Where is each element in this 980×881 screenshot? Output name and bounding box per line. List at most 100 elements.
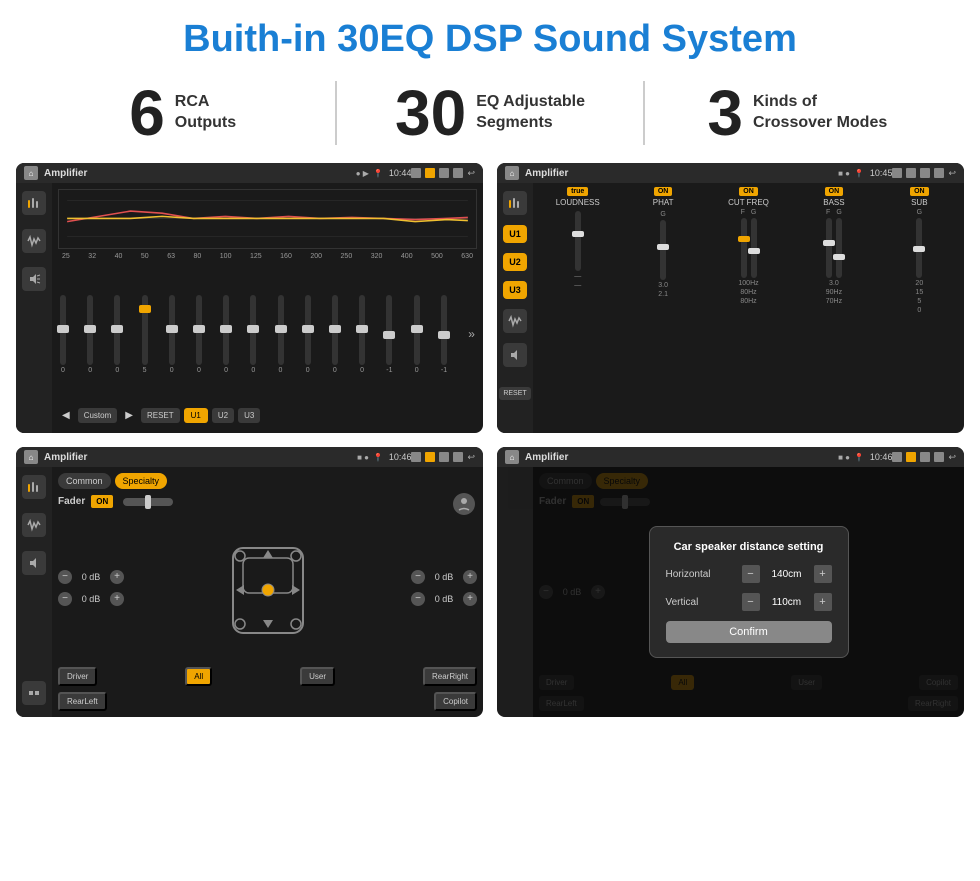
db-minus-3[interactable]: − (411, 592, 425, 606)
fader-eq-btn[interactable] (22, 475, 46, 499)
home-icon-1[interactable]: ⌂ (24, 166, 38, 180)
horizontal-minus-button[interactable]: − (742, 565, 760, 583)
eq-slider-6[interactable]: 0 (223, 295, 229, 374)
phat-on[interactable]: ON (654, 187, 673, 196)
db-plus-1[interactable]: + (110, 592, 124, 606)
copilot-button[interactable]: Copilot (434, 692, 477, 711)
crossover-eq-btn[interactable] (503, 191, 527, 215)
eq-slider-14[interactable]: -1 (441, 295, 447, 374)
slider-track[interactable] (60, 295, 66, 365)
eq-prev-button[interactable]: ◀ (58, 408, 74, 423)
slider-track[interactable] (114, 295, 120, 365)
crossover-wave-btn[interactable] (503, 309, 527, 333)
eq-slider-2[interactable]: 0 (114, 295, 120, 374)
person-icon (453, 493, 475, 515)
confirm-button[interactable]: Confirm (666, 621, 832, 643)
eq-slider-3[interactable]: 5 (142, 295, 148, 374)
sidebar-speaker-btn[interactable] (22, 267, 46, 291)
slider-track[interactable] (278, 295, 284, 365)
crossover-speaker-btn[interactable] (503, 343, 527, 367)
db-minus-0[interactable]: − (58, 570, 72, 584)
eq-slider-13[interactable]: 0 (414, 295, 420, 374)
horizontal-control: − 140cm + (742, 565, 832, 583)
slider-track[interactable] (87, 295, 93, 365)
screen4-status-icons: ↩ (892, 452, 956, 463)
all-button[interactable]: All (185, 667, 212, 686)
home-icon-2[interactable]: ⌂ (505, 166, 519, 180)
loudness-on[interactable]: true (567, 187, 588, 196)
fader-speaker-btn[interactable] (22, 551, 46, 575)
eq-slider-5[interactable]: 0 (196, 295, 202, 374)
vertical-plus-button[interactable]: + (814, 593, 832, 611)
home-icon-3[interactable]: ⌂ (24, 450, 38, 464)
horizontal-plus-button[interactable]: + (814, 565, 832, 583)
screen-fader: ⌂ Amplifier ■ ● 📍 10:46 ↩ (16, 447, 483, 717)
sub-label: SUB (911, 198, 927, 207)
status-bar-4: ⌂ Amplifier ■ ● 📍 10:46 ↩ (497, 447, 964, 467)
eq-u1-button[interactable]: U1 (184, 408, 208, 423)
common-tab[interactable]: Common (58, 473, 111, 489)
screen4-title: Amplifier (525, 452, 838, 463)
vertical-control: − 110cm + (742, 593, 832, 611)
eq-slider-11[interactable]: 0 (359, 295, 365, 374)
eq-more[interactable]: » (468, 327, 475, 341)
u3-button[interactable]: U3 (503, 281, 527, 299)
home-icon-4[interactable]: ⌂ (505, 450, 519, 464)
sidebar-wave-btn[interactable] (22, 229, 46, 253)
db-plus-0[interactable]: + (110, 570, 124, 584)
db-minus-1[interactable]: − (58, 592, 72, 606)
sub-on[interactable]: ON (910, 187, 929, 196)
eq-slider-8[interactable]: 0 (278, 295, 284, 374)
eq-reset-button[interactable]: RESET (141, 408, 180, 423)
db-minus-2[interactable]: − (411, 570, 425, 584)
driver-button[interactable]: Driver (58, 667, 97, 686)
db-row-1: − 0 dB + (58, 592, 124, 606)
slider-track[interactable] (414, 295, 420, 365)
u2-button[interactable]: U2 (503, 253, 527, 271)
eq-slider-0[interactable]: 0 (60, 295, 66, 374)
sidebar-eq-btn[interactable] (22, 191, 46, 215)
stat-rca: 6 RCA Outputs (60, 81, 337, 145)
u1-button[interactable]: U1 (503, 225, 527, 243)
rearleft-button[interactable]: RearLeft (58, 692, 107, 711)
vertical-row: Vertical − 110cm + (666, 593, 832, 611)
eq-slider-10[interactable]: 0 (332, 295, 338, 374)
user-button[interactable]: User (300, 667, 335, 686)
eq-slider-7[interactable]: 0 (250, 295, 256, 374)
loudness-freq2: — (574, 282, 581, 289)
slider-track[interactable] (359, 295, 365, 365)
slider-track[interactable] (169, 295, 175, 365)
slider-track[interactable] (332, 295, 338, 365)
slider-track[interactable] (223, 295, 229, 365)
rearright-button[interactable]: RearRight (423, 667, 477, 686)
slider-track[interactable] (250, 295, 256, 365)
slider-track[interactable] (196, 295, 202, 365)
horizontal-value: 140cm (764, 569, 810, 580)
vertical-minus-button[interactable]: − (742, 593, 760, 611)
slider-track[interactable] (305, 295, 311, 365)
eq-slider-1[interactable]: 0 (87, 295, 93, 374)
crossover-reset-button[interactable]: RESET (499, 387, 530, 400)
eq-slider-9[interactable]: 0 (305, 295, 311, 374)
fader-wave-btn[interactable] (22, 513, 46, 537)
slider-track[interactable] (142, 295, 148, 365)
db-row-0: − 0 dB + (58, 570, 124, 584)
eq-next-button[interactable]: ▶ (121, 408, 137, 423)
eq-u2-button[interactable]: U2 (212, 408, 234, 423)
db-row-3: − 0 dB + (411, 592, 477, 606)
cutfreq-on[interactable]: ON (739, 187, 758, 196)
eq-preset-button[interactable]: Custom (78, 408, 118, 423)
eq-slider-4[interactable]: 0 (169, 295, 175, 374)
specialty-tab[interactable]: Specialty (115, 473, 168, 489)
fader-on-badge[interactable]: ON (91, 495, 113, 508)
eq-u3-button[interactable]: U3 (238, 408, 260, 423)
fader-expand-btn[interactable] (22, 681, 46, 705)
screen1-time: 10:44 (389, 168, 412, 178)
slider-track[interactable] (441, 295, 447, 365)
eq-sliders: 0 0 0 5 0 (58, 264, 477, 404)
eq-slider-12[interactable]: -1 (386, 295, 392, 374)
bass-on[interactable]: ON (825, 187, 844, 196)
slider-track[interactable] (386, 295, 392, 365)
db-plus-3[interactable]: + (463, 592, 477, 606)
db-plus-2[interactable]: + (463, 570, 477, 584)
